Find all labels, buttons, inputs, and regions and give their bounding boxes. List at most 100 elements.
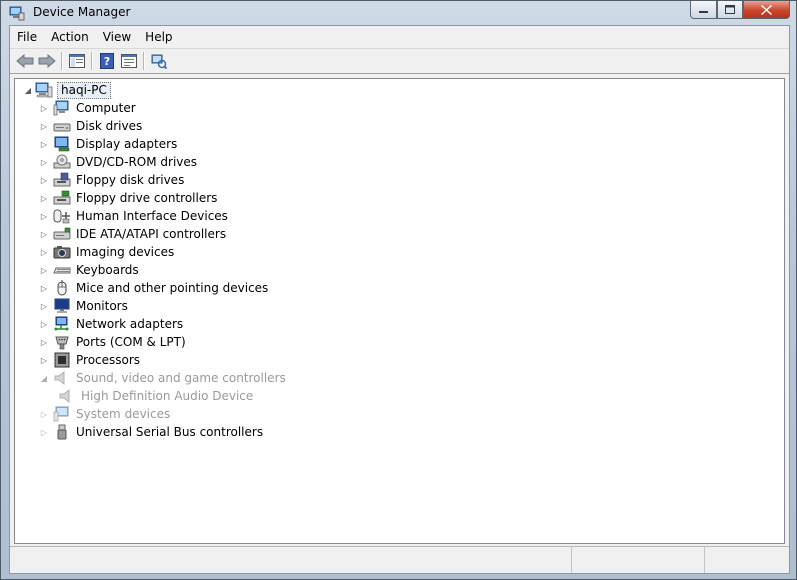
toolbar-separator xyxy=(143,52,145,70)
toolbar: ? xyxy=(10,48,789,74)
tree-item-label: Keyboards xyxy=(76,263,139,277)
tree-item-system-devices[interactable]: ▷ System devices xyxy=(39,405,286,423)
speaker-icon xyxy=(53,370,71,386)
tree-item-processors[interactable]: ▷ Processors xyxy=(39,351,286,369)
tree-item-floppy-disk-drives[interactable]: ▷ Floppy disk drives xyxy=(39,171,286,189)
tree-item-label: Imaging devices xyxy=(76,245,175,259)
speaker-icon xyxy=(58,388,76,404)
tree-item-label: Mice and other pointing devices xyxy=(76,281,269,295)
properties-button[interactable] xyxy=(118,51,140,71)
tree-item-dvd-cd-rom-drives[interactable]: ▷ DVD/CD-ROM drives xyxy=(39,153,286,171)
expand-triangle-icon[interactable]: ▷ xyxy=(39,247,49,257)
help-button[interactable]: ? xyxy=(96,51,118,71)
tree-item-monitors[interactable]: ▷ Monitors xyxy=(39,297,286,315)
menu-action[interactable]: Action xyxy=(44,26,96,48)
tree-item-universal-serial-bus-controllers[interactable]: ▷ Universal Serial Bus controllers xyxy=(39,423,286,441)
tree-item-label: System devices xyxy=(76,407,171,421)
expand-triangle-icon[interactable]: ▷ xyxy=(39,301,49,311)
expand-triangle-icon[interactable]: ▷ xyxy=(39,229,49,239)
svg-text:?: ? xyxy=(104,55,110,68)
expand-triangle-icon[interactable]: ▷ xyxy=(39,157,49,167)
tree-item-label: Floppy disk drives xyxy=(76,173,185,187)
tree-item-human-interface-devices[interactable]: ▷ Human Interface Devices xyxy=(39,207,286,225)
maximize-button[interactable] xyxy=(717,1,743,19)
toolbar-separator xyxy=(61,52,63,70)
device-tree[interactable]: ◢ haqi-PC ▷ Computer ▷ Disk drives ▷ Dis… xyxy=(14,78,785,544)
tree-item-keyboards[interactable]: ▷ Keyboards xyxy=(39,261,286,279)
collapse-triangle-icon[interactable]: ◢ xyxy=(23,85,33,95)
back-button[interactable] xyxy=(14,51,36,71)
expand-triangle-icon[interactable]: ▷ xyxy=(39,139,49,149)
tree-item-ports-com-lpt[interactable]: ▷ Ports (COM & LPT) xyxy=(39,333,286,351)
expand-triangle-icon[interactable]: ▷ xyxy=(39,355,49,365)
expand-triangle-icon[interactable]: ▷ xyxy=(39,265,49,275)
tree-item-computer[interactable]: ▷ Computer xyxy=(39,99,286,117)
tree-item-label: Computer xyxy=(76,101,136,115)
tree-item-label: Disk drives xyxy=(76,119,143,133)
menu-file[interactable]: File xyxy=(10,26,44,48)
tree-item-label: Universal Serial Bus controllers xyxy=(76,425,264,439)
forward-arrow-icon xyxy=(38,54,56,68)
tree-item-label: Sound, video and game controllers xyxy=(76,371,286,385)
client-area: File Action View Help ? ◢ haqi-PC ▷ Comp… xyxy=(9,25,790,574)
tree-item-high-definition-audio-device[interactable]: High Definition Audio Device xyxy=(39,387,286,405)
menu-bar: File Action View Help xyxy=(10,26,789,48)
menu-view[interactable]: View xyxy=(96,26,138,48)
tree-item-label: Ports (COM & LPT) xyxy=(76,335,186,349)
close-button[interactable] xyxy=(743,1,790,19)
expand-triangle-icon[interactable]: ▷ xyxy=(39,409,49,419)
mouse-icon xyxy=(53,280,71,296)
device-manager-icon xyxy=(9,5,25,21)
expand-triangle-icon[interactable]: ▷ xyxy=(39,175,49,185)
expand-triangle-icon[interactable]: ▷ xyxy=(39,427,49,437)
device-category-list: ▷ Computer ▷ Disk drives ▷ Display adapt… xyxy=(39,99,286,441)
minimize-button[interactable] xyxy=(690,1,717,19)
menu-help[interactable]: Help xyxy=(138,26,179,48)
expand-triangle-icon[interactable]: ▷ xyxy=(39,319,49,329)
forward-button[interactable] xyxy=(36,51,58,71)
computer-icon xyxy=(53,100,71,116)
monitor-icon xyxy=(53,298,71,314)
tree-item-label: High Definition Audio Device xyxy=(81,389,254,403)
expand-triangle-icon[interactable]: ▷ xyxy=(39,211,49,221)
ide-controller-icon xyxy=(53,226,71,242)
expand-triangle-icon[interactable]: ▷ xyxy=(39,193,49,203)
tree-item-label: IDE ATA/ATAPI controllers xyxy=(76,227,227,241)
computer-icon xyxy=(35,82,53,98)
expand-triangle-icon[interactable]: ▷ xyxy=(39,121,49,131)
tree-item-mice-and-other-pointing-devices[interactable]: ▷ Mice and other pointing devices xyxy=(39,279,286,297)
tree-item-disk-drives[interactable]: ▷ Disk drives xyxy=(39,117,286,135)
help-icon: ? xyxy=(100,53,114,69)
tree-root[interactable]: ◢ haqi-PC xyxy=(23,81,111,99)
tree-item-imaging-devices[interactable]: ▷ Imaging devices xyxy=(39,243,286,261)
scan-hardware-icon xyxy=(151,53,167,69)
hid-icon xyxy=(53,208,71,224)
tree-item-ide-ata-atapi-controllers[interactable]: ▷ IDE ATA/ATAPI controllers xyxy=(39,225,286,243)
status-pane-main xyxy=(10,547,572,573)
computer-name-label: haqi-PC xyxy=(57,81,111,99)
tree-item-display-adapters[interactable]: ▷ Display adapters xyxy=(39,135,286,153)
status-pane-secondary xyxy=(572,547,705,573)
tree-item-label: Display adapters xyxy=(76,137,178,151)
title-bar[interactable]: Device Manager xyxy=(1,1,796,25)
floppy-disk-icon xyxy=(53,172,71,188)
window-title: Device Manager xyxy=(33,5,131,19)
minimize-icon xyxy=(699,6,708,14)
tree-item-floppy-drive-controllers[interactable]: ▷ Floppy drive controllers xyxy=(39,189,286,207)
floppy-controller-icon xyxy=(53,190,71,206)
port-icon xyxy=(53,334,71,350)
tree-item-label: Monitors xyxy=(76,299,128,313)
expand-triangle-icon[interactable]: ▷ xyxy=(39,283,49,293)
properties-icon xyxy=(121,54,137,68)
keyboard-icon xyxy=(53,262,71,278)
show-hide-console-tree-button[interactable] xyxy=(66,51,88,71)
expand-triangle-icon[interactable]: ▷ xyxy=(39,103,49,113)
tree-item-network-adapters[interactable]: ▷ Network adapters xyxy=(39,315,286,333)
collapse-triangle-icon[interactable]: ◢ xyxy=(39,373,49,383)
tree-item-sound-video-and-game-controllers[interactable]: ◢ Sound, video and game controllers xyxy=(39,369,286,387)
tree-item-label: DVD/CD-ROM drives xyxy=(76,155,198,169)
disk-drive-icon xyxy=(53,118,71,134)
scan-hardware-button[interactable] xyxy=(148,51,170,71)
tree-item-label: Network adapters xyxy=(76,317,184,331)
expand-triangle-icon[interactable]: ▷ xyxy=(39,337,49,347)
